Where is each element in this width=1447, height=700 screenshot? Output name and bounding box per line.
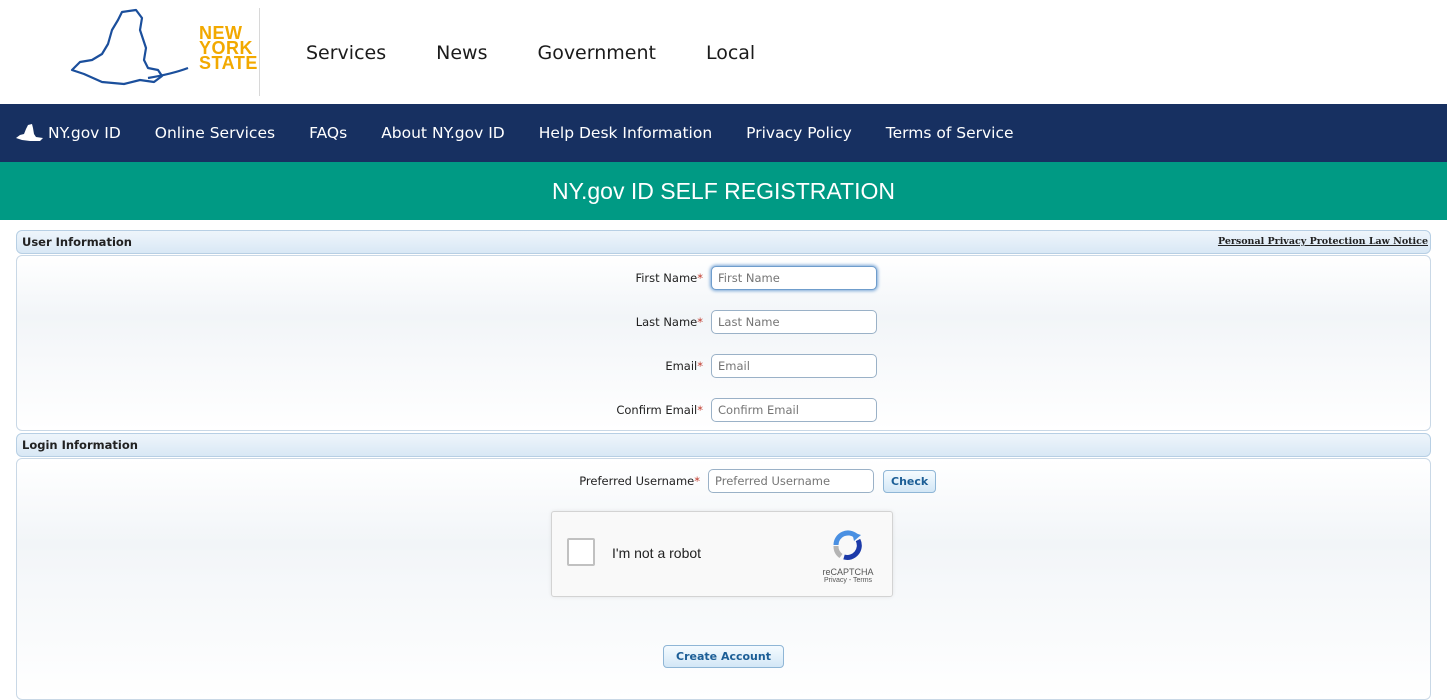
page-banner: NY.gov ID SELF REGISTRATION — [0, 162, 1447, 220]
nygov-id-home-link[interactable]: NY.gov ID — [16, 124, 121, 142]
nav-online-services[interactable]: Online Services — [155, 124, 275, 142]
last-name-field[interactable] — [711, 310, 877, 334]
privacy-law-notice-link[interactable]: Personal Privacy Protection Law Notice — [1218, 236, 1428, 247]
recaptcha-label: I'm not a robot — [612, 545, 702, 561]
first-name-label: First Name* — [635, 271, 703, 285]
user-info-title: User Information — [22, 235, 132, 249]
nav-faqs[interactable]: FAQs — [309, 124, 347, 142]
first-name-row: First Name* — [17, 256, 1430, 300]
logo-line-state: STATE — [199, 53, 258, 73]
recaptcha-checkbox[interactable] — [567, 538, 595, 566]
ny-state-outline-icon — [70, 8, 189, 86]
top-nav-local[interactable]: Local — [706, 42, 755, 64]
login-info-body: Preferred Username* Check I'm not a robo… — [16, 458, 1431, 700]
top-nav: Services News Government Local — [306, 42, 805, 64]
preferred-username-field[interactable] — [708, 469, 874, 493]
email-label: Email* — [665, 359, 703, 373]
top-nav-services[interactable]: Services — [306, 42, 386, 64]
recaptcha-logo-icon — [833, 530, 862, 560]
nav-about[interactable]: About NY.gov ID — [381, 124, 505, 142]
site-header: NEW YORK STATE Services News Government … — [0, 0, 1447, 104]
required-marker: * — [697, 359, 703, 373]
login-info-header: Login Information — [16, 433, 1431, 457]
last-name-label: Last Name* — [635, 315, 703, 329]
last-name-row: Last Name* — [17, 300, 1430, 344]
email-field[interactable] — [711, 354, 877, 378]
nav-privacy-policy[interactable]: Privacy Policy — [746, 124, 852, 142]
required-marker: * — [697, 315, 703, 329]
recaptcha-brand: reCAPTCHA Privacy - Terms — [818, 530, 878, 584]
nygov-id-brand-label: NY.gov ID — [48, 124, 121, 142]
username-row: Preferred Username* Check — [17, 459, 1430, 503]
required-marker: * — [697, 403, 703, 417]
header-divider — [259, 8, 260, 96]
logo-wordmark: NEW YORK STATE — [199, 24, 258, 73]
top-nav-government[interactable]: Government — [537, 42, 656, 64]
create-account-row: Create Account — [17, 645, 1430, 668]
nav-help-desk[interactable]: Help Desk Information — [539, 124, 712, 142]
check-username-button[interactable]: Check — [883, 469, 937, 493]
recaptcha-widget: I'm not a robot reCAPTCHA Privacy - Term… — [551, 511, 893, 597]
confirm-email-row: Confirm Email* — [17, 388, 1430, 432]
confirm-email-field[interactable] — [711, 398, 877, 422]
page-title: NY.gov ID SELF REGISTRATION — [552, 177, 895, 204]
user-info-body: First Name* Last Name* Email* Confirm Em… — [16, 255, 1431, 431]
login-info-title: Login Information — [22, 438, 138, 452]
create-account-button[interactable]: Create Account — [663, 645, 784, 668]
nygov-id-nav: NY.gov ID Online Services FAQs About NY.… — [0, 104, 1447, 162]
email-row: Email* — [17, 344, 1430, 388]
recaptcha-brand-text: reCAPTCHA — [822, 567, 874, 577]
nys-logo[interactable]: NEW YORK STATE — [62, 8, 257, 90]
required-marker: * — [697, 271, 703, 285]
confirm-email-label: Confirm Email* — [616, 403, 703, 417]
required-marker: * — [694, 474, 700, 488]
top-nav-news[interactable]: News — [436, 42, 487, 64]
ny-state-silhouette-icon — [16, 124, 43, 141]
recaptcha-privacy-terms-link[interactable]: Privacy - Terms — [818, 577, 878, 584]
username-label: Preferred Username* — [579, 474, 700, 488]
user-info-header: User Information Personal Privacy Protec… — [16, 230, 1431, 254]
nav-terms-of-service[interactable]: Terms of Service — [886, 124, 1014, 142]
first-name-field[interactable] — [711, 266, 877, 290]
